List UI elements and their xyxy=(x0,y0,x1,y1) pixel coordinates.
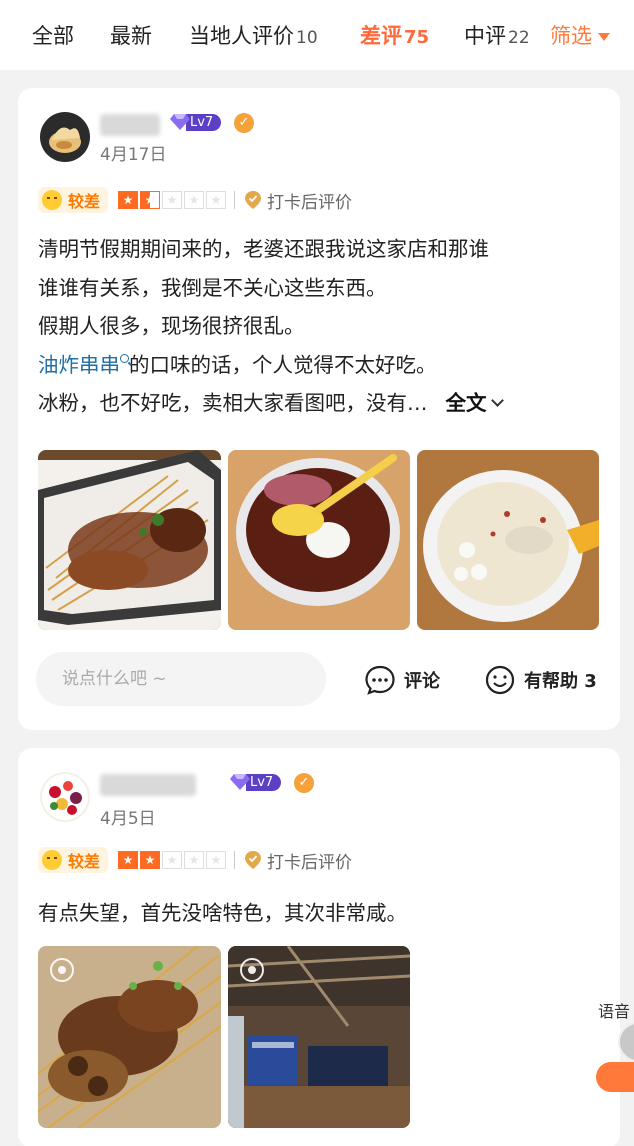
star-empty-icon: ★ xyxy=(184,191,205,209)
sad-face-icon xyxy=(42,850,62,870)
filter-button[interactable]: 筛选 xyxy=(550,20,610,50)
review-filter-bar: 全部 最新 当地人评价 10 差评 75 中评 22 筛选 xyxy=(0,0,634,70)
verified-icon: ✓ xyxy=(294,773,314,793)
expand-full-text-button[interactable]: 全文 xyxy=(446,391,504,415)
review-photo[interactable] xyxy=(228,946,410,1128)
review-photo[interactable] xyxy=(228,450,410,630)
divider xyxy=(234,851,236,869)
mood-badge: 较差 xyxy=(38,187,109,213)
voice-avatar[interactable] xyxy=(618,1022,634,1062)
diamond-icon xyxy=(170,114,190,130)
star-rating: ★ ★ ★ ★ ★ xyxy=(118,191,228,209)
tab-count: 22 xyxy=(508,28,530,48)
review-text: 有点失望，首先没啥特色，其次非常咸。 xyxy=(38,901,407,925)
dish-link[interactable]: 油炸串串 xyxy=(38,353,129,377)
voice-play-button[interactable] xyxy=(596,1062,634,1092)
star-icon: ★ xyxy=(140,851,161,869)
level-badge: Lv7 xyxy=(170,112,222,132)
location-check-icon xyxy=(245,191,262,209)
helpful-button[interactable]: 有帮助 3 xyxy=(484,664,597,696)
smile-icon xyxy=(485,665,515,695)
star-icon: ★ xyxy=(118,191,139,209)
star-rating: ★ ★ ★ ★ ★ xyxy=(118,851,228,869)
tab-negative[interactable]: 差评 75 xyxy=(360,20,429,50)
star-empty-icon: ★ xyxy=(184,851,205,869)
review-text: 清明节假期期间来的，老婆还跟我说这家店和那谁 谁谁有关系，我倒是不关心这些东西。… xyxy=(38,230,606,423)
rating-row: 较差 ★ ★ ★ ★ ★ 打卡后评价 xyxy=(38,187,352,213)
comment-input[interactable]: 说点什么吧 ~ xyxy=(36,652,326,706)
divider xyxy=(234,191,236,209)
star-empty-icon: ★ xyxy=(162,851,183,869)
star-icon: ★ xyxy=(118,851,139,869)
mood-badge: 较差 xyxy=(38,847,109,873)
tab-all[interactable]: 全部 xyxy=(32,20,74,50)
tab-local-reviews[interactable]: 当地人评价 10 xyxy=(189,20,318,50)
star-empty-icon: ★ xyxy=(206,851,227,869)
verified-icon: ✓ xyxy=(234,113,254,133)
tab-count: 10 xyxy=(296,28,318,48)
username-blurred[interactable] xyxy=(100,774,196,796)
rating-row: 较差 ★ ★ ★ ★ ★ 打卡后评价 xyxy=(38,847,352,873)
review-photo[interactable] xyxy=(417,450,599,630)
review-card: Lv7 ✓ 4月5日 较差 ★ ★ ★ ★ ★ 打卡后评价 有点失望，首先没啥特… xyxy=(18,748,620,1146)
star-half-icon: ★ xyxy=(140,191,161,209)
avatar[interactable] xyxy=(40,112,90,162)
search-icon xyxy=(120,353,129,363)
review-date: 4月5日 xyxy=(100,809,156,829)
avatar[interactable] xyxy=(40,772,90,822)
review-card: Lv7 ✓ 4月17日 较差 ★ ★ ★ ★ ★ 打卡后评价 清明节假期期间来的… xyxy=(18,88,620,730)
review-date: 4月17日 xyxy=(100,145,167,165)
diamond-icon xyxy=(230,774,250,790)
location-check-icon xyxy=(245,851,262,869)
review-photo[interactable] xyxy=(38,450,221,630)
comment-button[interactable]: 评论 xyxy=(364,664,440,696)
star-empty-icon: ★ xyxy=(206,191,227,209)
chevron-down-icon xyxy=(490,394,504,407)
tab-count: 75 xyxy=(404,27,430,48)
sad-face-icon xyxy=(42,190,62,210)
tab-latest[interactable]: 最新 xyxy=(110,20,152,50)
caret-down-icon xyxy=(598,33,610,41)
review-photo[interactable] xyxy=(38,946,221,1128)
voice-label: 语音 xyxy=(598,1002,631,1021)
comment-icon xyxy=(365,665,395,695)
level-badge: Lv7 xyxy=(230,772,282,792)
tab-neutral[interactable]: 中评 22 xyxy=(464,20,530,50)
star-empty-icon: ★ xyxy=(162,191,183,209)
username-blurred[interactable] xyxy=(100,114,160,136)
